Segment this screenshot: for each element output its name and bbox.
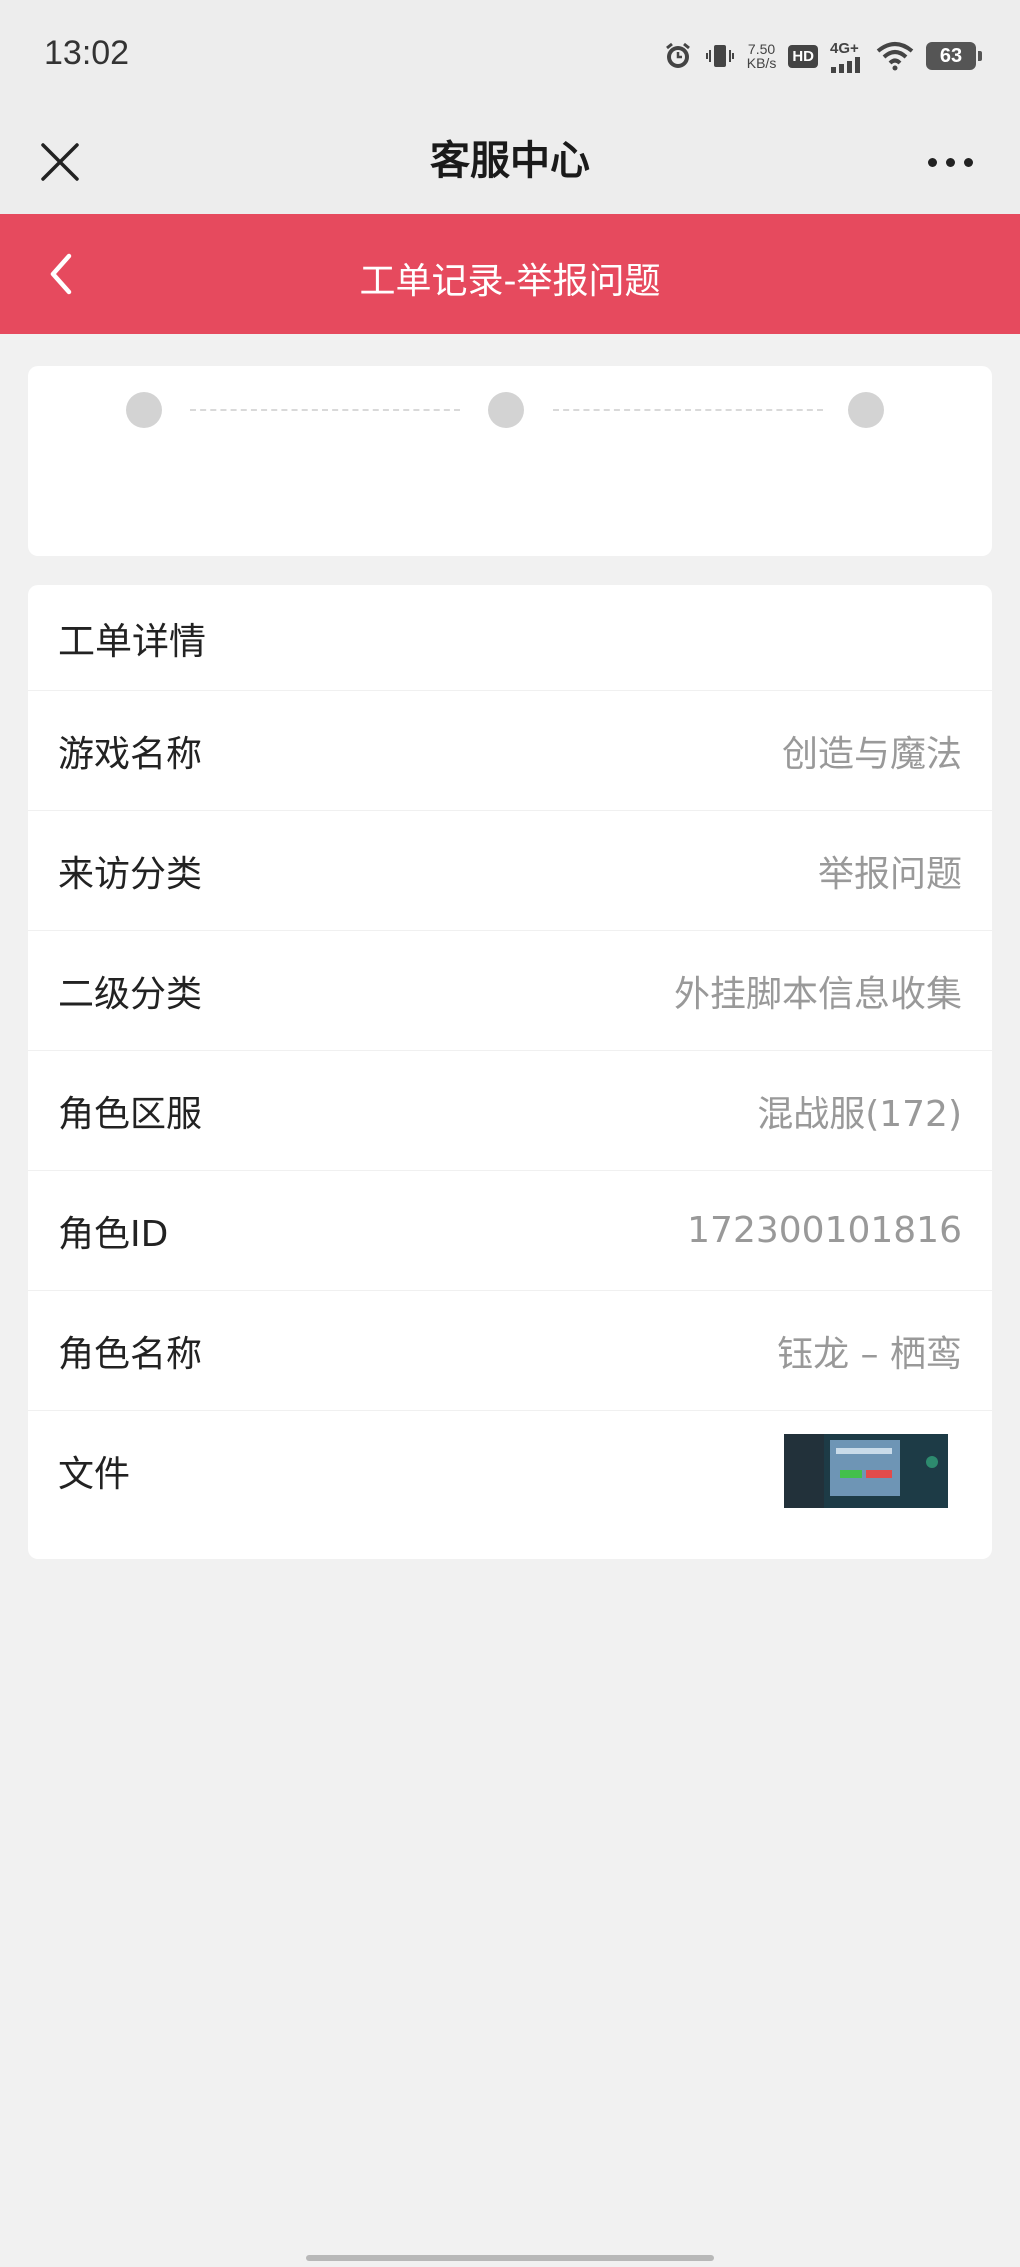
detail-row-role-id: 角色ID 172300101816 — [28, 1171, 992, 1291]
row-value: 混战服(172) — [757, 1093, 962, 1135]
status-time: 13:02 — [44, 34, 130, 72]
battery-icon: 63 — [926, 42, 982, 70]
ticket-detail-card: 工单详情 游戏名称 创造与魔法 来访分类 举报问题 二级分类 外挂脚本信息收集 … — [28, 585, 992, 1559]
progress-step-2 — [488, 392, 524, 428]
row-label: 游戏名称 — [58, 733, 203, 775]
thumbnail-panel — [784, 1434, 824, 1508]
thumbnail-bar — [836, 1448, 892, 1454]
network-type: 4G+ — [830, 39, 859, 57]
row-value: 举报问题 — [817, 853, 962, 895]
status-bar: 13:02 7.50 KB/s HD 4G+ 63 — [0, 0, 1020, 110]
net-speed: 7.50 KB/s — [747, 42, 777, 70]
status-icons: 7.50 KB/s HD 4G+ 63 — [663, 36, 982, 76]
row-label: 来访分类 — [58, 853, 203, 895]
row-label: 角色ID — [58, 1213, 169, 1255]
home-indicator[interactable] — [306, 2255, 714, 2261]
row-label: 文件 — [58, 1454, 131, 1495]
page-title: 客服中心 — [430, 138, 590, 184]
thumbnail-green-button — [840, 1470, 862, 1478]
row-label: 角色区服 — [58, 1093, 203, 1135]
detail-row-role-name: 角色名称 钰龙 – 栖鸾 — [28, 1291, 992, 1411]
file-thumbnail[interactable] — [784, 1434, 948, 1508]
hd-badge: HD — [788, 44, 818, 68]
net-speed-unit: KB/s — [746, 55, 777, 71]
progress-connector — [190, 409, 460, 411]
detail-row-server: 角色区服 混战服(172) — [28, 1051, 992, 1171]
detail-row-file: 文件 — [28, 1411, 992, 1531]
progress-connector — [553, 409, 823, 411]
more-button[interactable] — [910, 132, 990, 192]
row-label: 角色名称 — [58, 1333, 203, 1375]
progress-step-1 — [126, 392, 162, 428]
progress-step-3 — [848, 392, 884, 428]
wifi-icon — [876, 41, 914, 71]
row-value: 172300101816 — [687, 1210, 962, 1251]
thumbnail-red-button — [866, 1470, 892, 1478]
battery-level: 63 — [939, 44, 963, 67]
signal-icon: 4G+ — [830, 40, 864, 73]
detail-row-sub-category: 二级分类 外挂脚本信息收集 — [28, 931, 992, 1051]
sub-header: 工单记录-举报问题 — [0, 214, 1020, 334]
sub-header-title: 工单记录-举报问题 — [359, 261, 661, 302]
detail-row-visit-category: 来访分类 举报问题 — [28, 811, 992, 931]
vibrate-icon — [705, 41, 735, 71]
row-value: 外挂脚本信息收集 — [673, 973, 962, 1015]
title-bar: 客服中心 — [0, 110, 1020, 214]
alarm-icon — [663, 41, 693, 71]
row-value: 创造与魔法 — [781, 733, 962, 775]
thumbnail-dot — [926, 1456, 938, 1468]
more-icon-dot — [963, 157, 973, 167]
more-icon-dot — [945, 157, 955, 167]
detail-header: 工单详情 — [28, 585, 992, 691]
row-label: 二级分类 — [58, 973, 203, 1015]
net-speed-value: 7.50 — [747, 41, 776, 57]
row-value: 钰龙 – 栖鸾 — [777, 1333, 962, 1375]
progress-card — [28, 366, 992, 556]
detail-row-game-name: 游戏名称 创造与魔法 — [28, 691, 992, 811]
more-icon-dot — [927, 157, 937, 167]
